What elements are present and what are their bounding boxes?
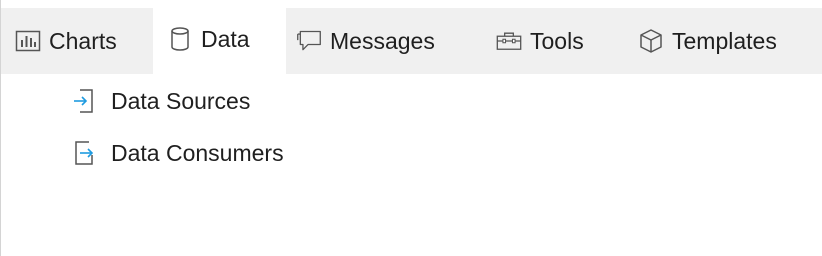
tab-tools[interactable]: Tools — [482, 8, 624, 74]
toolbox-icon — [496, 28, 522, 54]
tab-messages[interactable]: Messages — [286, 8, 482, 74]
tab-label: Tools — [530, 27, 584, 54]
tab-label: Charts — [49, 27, 117, 54]
data-consumers-item[interactable]: Data Consumers — [71, 137, 284, 169]
tab-templates[interactable]: Templates — [624, 8, 794, 74]
tab-label: Data — [201, 25, 250, 52]
data-sources-item[interactable]: Data Sources — [71, 85, 250, 117]
data-panel: Data Sources Data Consumers — [1, 74, 822, 256]
cube-icon — [638, 28, 664, 54]
import-arrow-icon — [71, 88, 97, 114]
database-icon — [167, 26, 193, 52]
item-label: Data Sources — [111, 87, 251, 114]
speech-bubble-icon — [296, 28, 322, 54]
tab-label: Templates — [672, 27, 777, 54]
bar-chart-icon — [15, 28, 41, 54]
tab-data[interactable]: Data — [153, 4, 286, 74]
tab-charts[interactable]: Charts — [1, 8, 153, 74]
tab-label: Messages — [330, 27, 435, 54]
app-window: Charts Data Messages Tools Templates Dat… — [0, 0, 822, 256]
item-label: Data Consumers — [111, 139, 284, 166]
tab-bar: Charts Data Messages Tools Templates — [1, 4, 822, 74]
export-arrow-icon — [71, 140, 97, 166]
